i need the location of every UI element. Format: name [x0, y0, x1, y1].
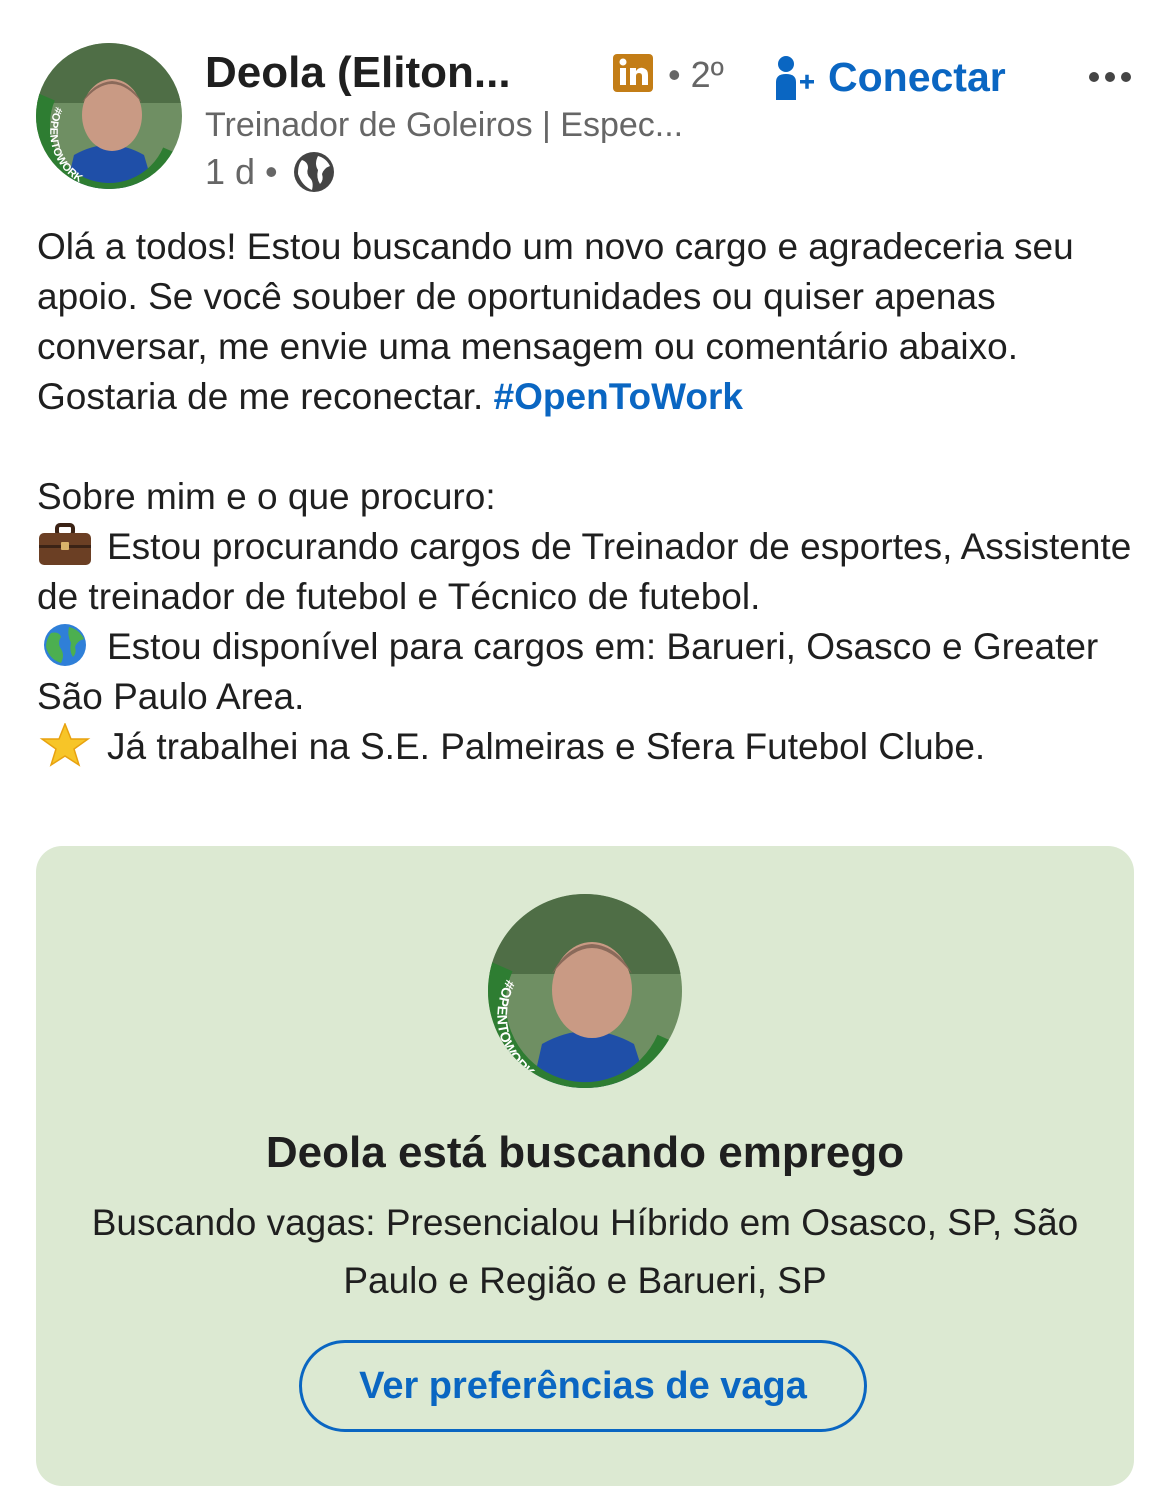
linkedin-premium-icon [613, 54, 653, 92]
post-intro: Olá a todos! Estou buscando um novo carg… [37, 222, 1137, 422]
globe-emoji [44, 624, 86, 666]
post-meta: 1 d • [205, 150, 336, 194]
roles-text: Estou procurando cargos de Treinador de … [37, 526, 1132, 617]
otw-title: Deola está buscando emprego [265, 1128, 905, 1177]
more-options-icon[interactable] [1086, 62, 1134, 92]
connection-degree: • 2º [668, 54, 724, 95]
otw-avatar: #OPENTOWORK [488, 894, 682, 1088]
experience-line: Já trabalhei na S.E. Palmeiras e Sfera F… [37, 722, 1137, 772]
hashtag-link[interactable]: #OpenToWork [494, 376, 743, 417]
open-to-work-card[interactable]: #OPENTOWORK Deola está buscando emprego … [36, 846, 1134, 1486]
locations-text: Estou disponível para cargos em: Barueri… [37, 626, 1099, 717]
otw-description: Buscando vagas: Presencialou Híbrido em … [91, 1202, 1079, 1301]
roles-line: Estou procurando cargos de Treinador de … [37, 522, 1137, 622]
post-header: #OPENTOWORK Deola (Eliton... • 2º Conect… [0, 0, 1170, 210]
post-body: Olá a todos! Estou buscando um novo carg… [37, 222, 1137, 772]
post-time: 1 d • [205, 151, 278, 192]
globe-icon [293, 152, 334, 192]
author-name[interactable]: Deola (Eliton... [205, 48, 511, 98]
view-job-preferences-button[interactable]: Ver preferências de vaga [299, 1340, 867, 1432]
add-person-icon [776, 56, 814, 100]
otw-avatar-photo: #OPENTOWORK [488, 894, 682, 1088]
author-avatar[interactable]: #OPENTOWORK [36, 43, 182, 189]
connect-label: Conectar [828, 53, 1006, 100]
briefcase-emoji [39, 523, 91, 565]
about-heading: Sobre mim e o que procuro: [37, 476, 496, 517]
avatar-photo: #OPENTOWORK [36, 43, 182, 189]
connect-button[interactable]: Conectar [774, 52, 1006, 102]
experience-text: Já trabalhei na S.E. Palmeiras e Sfera F… [107, 726, 986, 767]
author-headline: Treinador de Goleiros | Espec... [205, 106, 684, 144]
star-emoji [39, 723, 91, 767]
locations-line: Estou disponível para cargos em: Barueri… [37, 622, 1137, 722]
